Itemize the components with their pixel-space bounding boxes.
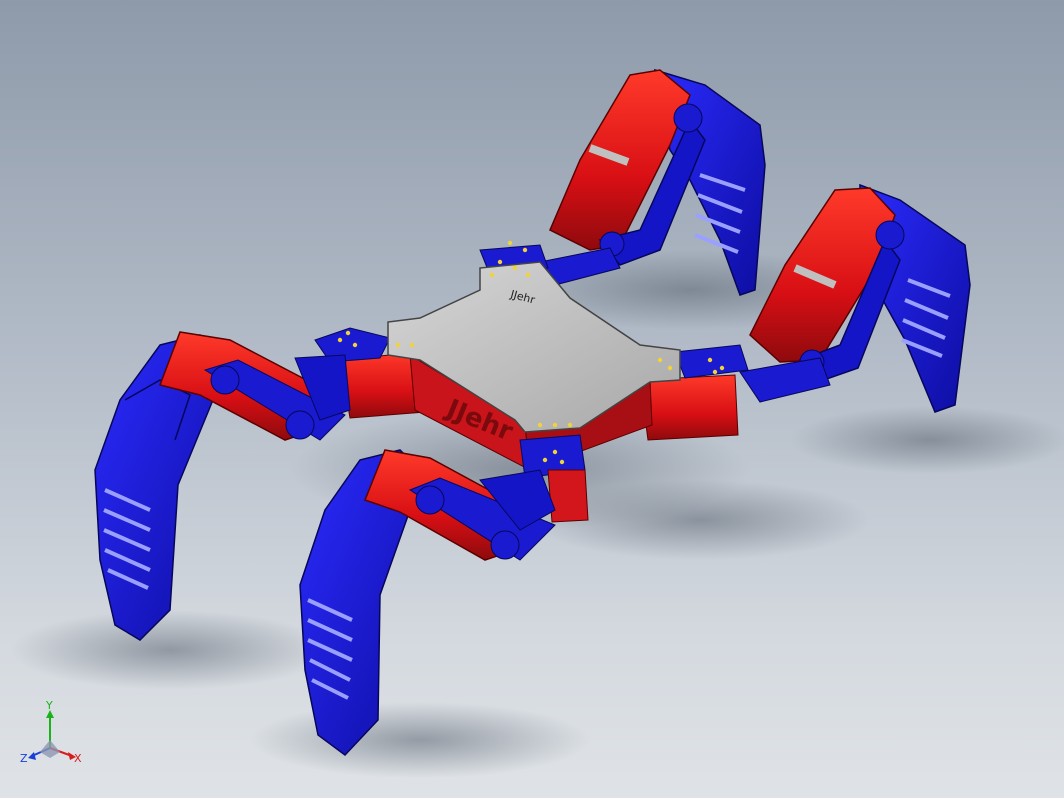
axis-triad[interactable]: Y X Z — [18, 700, 88, 770]
graphics-viewport[interactable]: JJehr JJehr Y X Z — [0, 0, 1064, 798]
y-axis-label: Y — [45, 700, 53, 712]
leg-front-right[interactable] — [739, 183, 971, 413]
robot-model[interactable]: JJehr JJehr — [0, 0, 1064, 798]
z-axis-label: Z — [20, 752, 28, 765]
x-axis-label: X — [74, 752, 82, 765]
triad-plane — [40, 740, 60, 758]
z-arrow-icon — [28, 752, 36, 760]
